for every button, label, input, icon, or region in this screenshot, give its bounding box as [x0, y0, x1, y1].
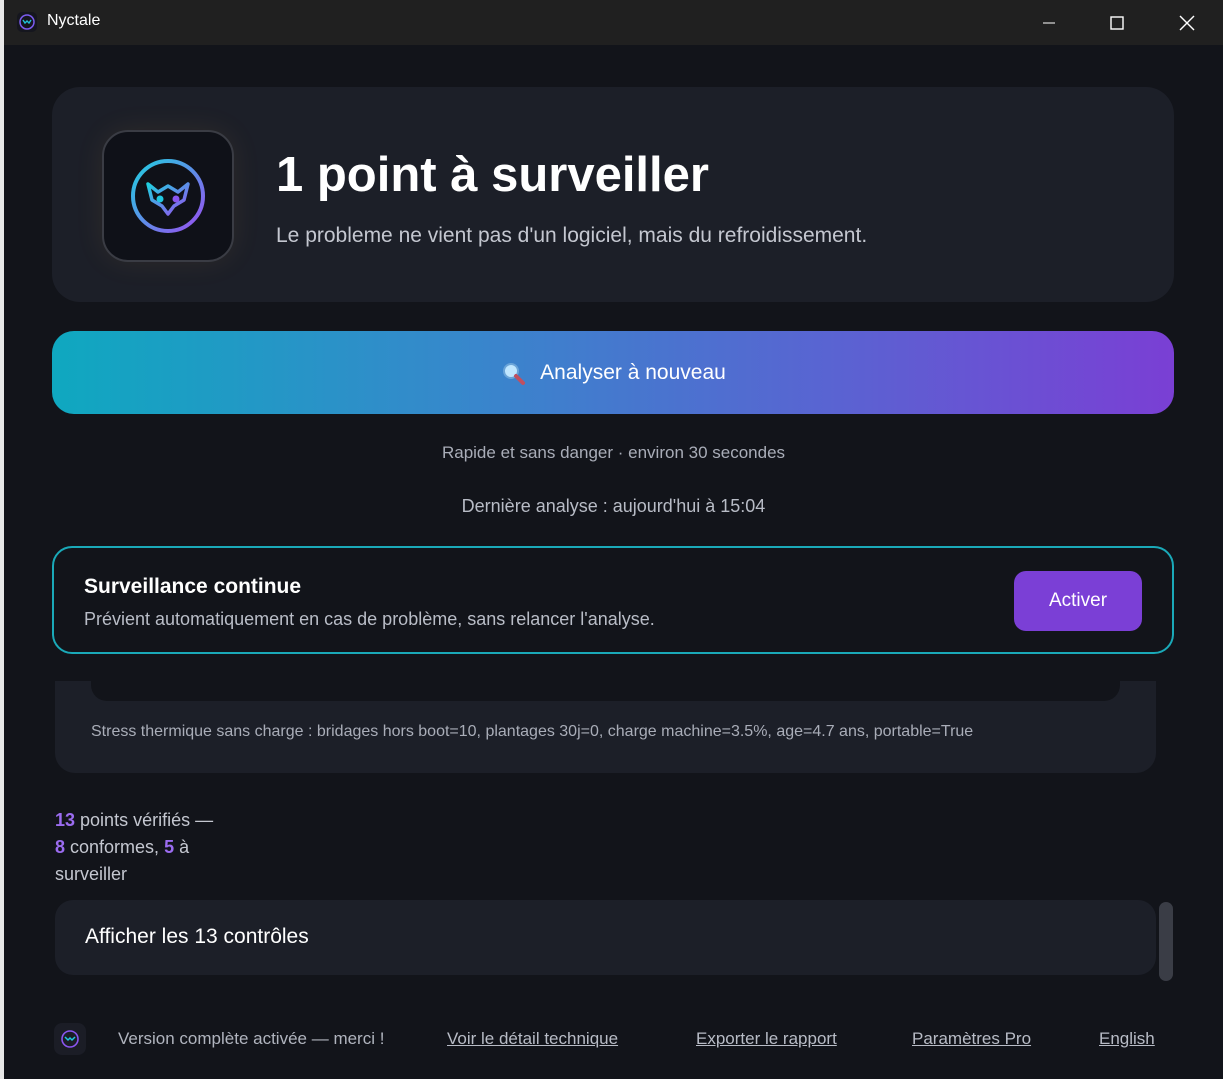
rescan-label: Analyser à nouveau	[540, 360, 726, 384]
language-link[interactable]: English	[1099, 1029, 1155, 1049]
continuous-monitoring-card: Surveillance continue Prévient automatiq…	[52, 546, 1174, 654]
rescan-button[interactable]: Analyser à nouveau	[52, 331, 1174, 414]
status-title: 1 point à surveiller	[276, 148, 709, 202]
checked-count: 13	[55, 810, 76, 830]
maximize-icon	[1110, 15, 1124, 30]
owl-logo-icon	[131, 159, 205, 233]
window-title: Nyctale	[47, 12, 101, 29]
show-controls-button[interactable]: Afficher les 13 contrôles	[55, 900, 1156, 975]
close-icon	[1179, 15, 1195, 30]
monitoring-description: Prévient automatiquement en cas de probl…	[84, 609, 655, 629]
show-controls-label: Afficher les 13 contrôles	[85, 925, 309, 948]
monitoring-title: Surveillance continue	[84, 575, 302, 598]
technical-details-link[interactable]: Voir le détail technique	[447, 1029, 618, 1049]
pro-settings-link[interactable]: Paramètres Pro	[912, 1029, 1031, 1049]
ok-count: 8	[55, 837, 66, 857]
magnifier-icon	[503, 362, 526, 385]
checked-label: points vérifiés —	[75, 810, 214, 830]
owl-logo-icon	[17, 12, 37, 32]
issue-detail-card: Stress thermique sans charge : bridages …	[55, 681, 1156, 773]
owl-logo-icon	[54, 1023, 86, 1055]
watch-label: à	[174, 837, 190, 857]
app-window: Nyctale 1 point à surveiller Le probleme…	[4, 0, 1223, 1079]
license-status: Version complète activée — merci !	[118, 1029, 385, 1048]
status-subtitle: Le probleme ne vient pas d'un logiciel, …	[276, 224, 868, 247]
scan-note: Rapide et sans danger · environ 30 secon…	[441, 443, 786, 462]
status-card: 1 point à surveiller Le probleme ne vien…	[52, 87, 1174, 302]
activate-button[interactable]: Activer	[1014, 571, 1142, 631]
title-bar: Nyctale	[4, 0, 1223, 45]
minimize-button[interactable]	[1014, 0, 1084, 45]
last-scan: Dernière analyse : aujourd'hui à 15:04	[461, 496, 766, 516]
issue-detail-text: Stress thermique sans charge : bridages …	[91, 723, 974, 740]
app-logo	[102, 130, 234, 262]
checks-summary: 13 points vérifiés — 8 conformes, 5 à su…	[55, 807, 255, 888]
watch-count: 5	[164, 837, 175, 857]
main-content: 1 point à surveiller Le probleme ne vien…	[4, 45, 1223, 1079]
minimize-icon	[1043, 22, 1055, 23]
close-button[interactable]	[1152, 0, 1222, 45]
watch-label-2: surveiller	[55, 864, 128, 884]
ok-label: conformes,	[65, 837, 165, 857]
maximize-button[interactable]	[1082, 0, 1152, 45]
issue-inner-panel	[91, 681, 1120, 701]
scrollbar-thumb[interactable]	[1159, 902, 1173, 981]
export-report-link[interactable]: Exporter le rapport	[696, 1029, 837, 1049]
footer: Version complète activée — merci ! Voir …	[4, 1015, 1223, 1065]
